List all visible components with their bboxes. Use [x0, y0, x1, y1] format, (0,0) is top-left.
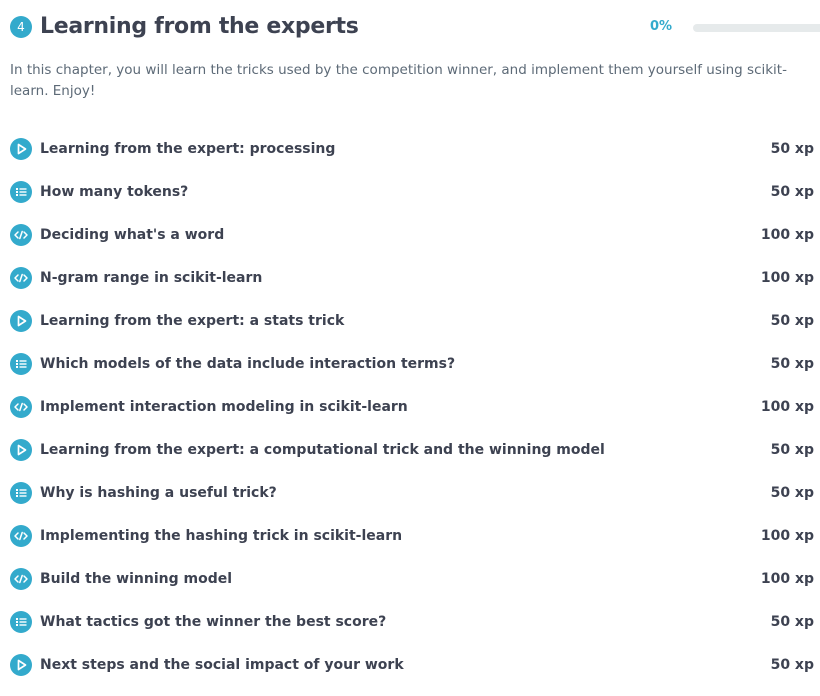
exercise-xp: 50 xp	[770, 485, 814, 501]
exercise-xp: 50 xp	[770, 313, 814, 329]
code-icon	[10, 267, 32, 289]
code-icon	[10, 224, 32, 246]
code-icon	[10, 568, 32, 590]
exercise-title[interactable]: Implementing the hashing trick in scikit…	[40, 526, 402, 546]
exercise-title[interactable]: Next steps and the social impact of your…	[40, 655, 404, 675]
code-icon	[10, 396, 32, 418]
exercise-xp: 100 xp	[760, 571, 814, 587]
exercise-title[interactable]: What tactics got the winner the best sco…	[40, 612, 386, 632]
exercise-item[interactable]: What tactics got the winner the best sco…	[10, 601, 814, 644]
exercise-item[interactable]: Learning from the expert: a stats trick 5…	[10, 300, 814, 343]
exercise-item[interactable]: Deciding what's a word 100 xp	[10, 214, 814, 257]
exercise-title[interactable]: Build the winning model	[40, 569, 232, 589]
exercise-xp: 100 xp	[760, 528, 814, 544]
exercise-xp: 50 xp	[770, 141, 814, 157]
multiple-choice-icon	[10, 353, 32, 375]
multiple-choice-icon	[10, 611, 32, 633]
exercise-xp: 50 xp	[770, 356, 814, 372]
exercise-title[interactable]: Which models of the data include interac…	[40, 354, 455, 374]
exercise-item[interactable]: Build the winning model 100 xp	[10, 558, 814, 601]
exercise-xp: 100 xp	[760, 399, 814, 415]
exercise-item[interactable]: Next steps and the social impact of your…	[10, 644, 814, 687]
video-play-icon	[10, 654, 32, 676]
exercise-title[interactable]: Why is hashing a useful trick?	[40, 483, 277, 503]
exercise-title[interactable]: Learning from the expert: processing	[40, 139, 335, 159]
code-icon	[10, 525, 32, 547]
progress-bar	[693, 24, 820, 32]
exercise-item[interactable]: N-gram range in scikit-learn 100 xp	[10, 257, 814, 300]
exercise-item[interactable]: Implementing the hashing trick in scikit…	[10, 515, 814, 558]
exercise-xp: 50 xp	[770, 442, 814, 458]
chapter-number-badge: 4	[10, 16, 32, 38]
exercise-list: Learning from the expert: processing 50 x…	[10, 128, 814, 687]
multiple-choice-icon	[10, 482, 32, 504]
exercise-xp: 50 xp	[770, 614, 814, 630]
exercise-title[interactable]: Deciding what's a word	[40, 225, 224, 245]
exercise-title[interactable]: Learning from the expert: a computationa…	[40, 440, 605, 460]
exercise-item[interactable]: Learning from the expert: a computationa…	[10, 429, 814, 472]
exercise-title[interactable]: N-gram range in scikit-learn	[40, 268, 262, 288]
video-play-icon	[10, 439, 32, 461]
chapter-description: In this chapter, you will learn the tric…	[10, 62, 787, 99]
exercise-item[interactable]: Which models of the data include interac…	[10, 343, 814, 386]
exercise-title[interactable]: How many tokens?	[40, 182, 188, 202]
chapter-header: 4 Learning from the experts 0%	[10, 12, 820, 42]
exercise-title[interactable]: Implement interaction modeling in scikit…	[40, 397, 408, 417]
exercise-xp: 100 xp	[760, 270, 814, 286]
exercise-item[interactable]: How many tokens? 50 xp	[10, 171, 814, 214]
exercise-xp: 50 xp	[770, 184, 814, 200]
exercise-item[interactable]: Why is hashing a useful trick? 50 xp	[10, 472, 814, 515]
exercise-item[interactable]: Implement interaction modeling in scikit…	[10, 386, 814, 429]
exercise-xp: 100 xp	[760, 227, 814, 243]
progress-percentage: 0%	[650, 19, 673, 34]
video-play-icon	[10, 310, 32, 332]
multiple-choice-icon	[10, 181, 32, 203]
chapter-title[interactable]: Learning from the experts	[40, 12, 359, 42]
exercise-title[interactable]: Learning from the expert: a stats trick	[40, 311, 344, 331]
video-play-icon	[10, 138, 32, 160]
exercise-xp: 50 xp	[770, 657, 814, 673]
exercise-item[interactable]: Learning from the expert: processing 50 x…	[10, 128, 814, 171]
